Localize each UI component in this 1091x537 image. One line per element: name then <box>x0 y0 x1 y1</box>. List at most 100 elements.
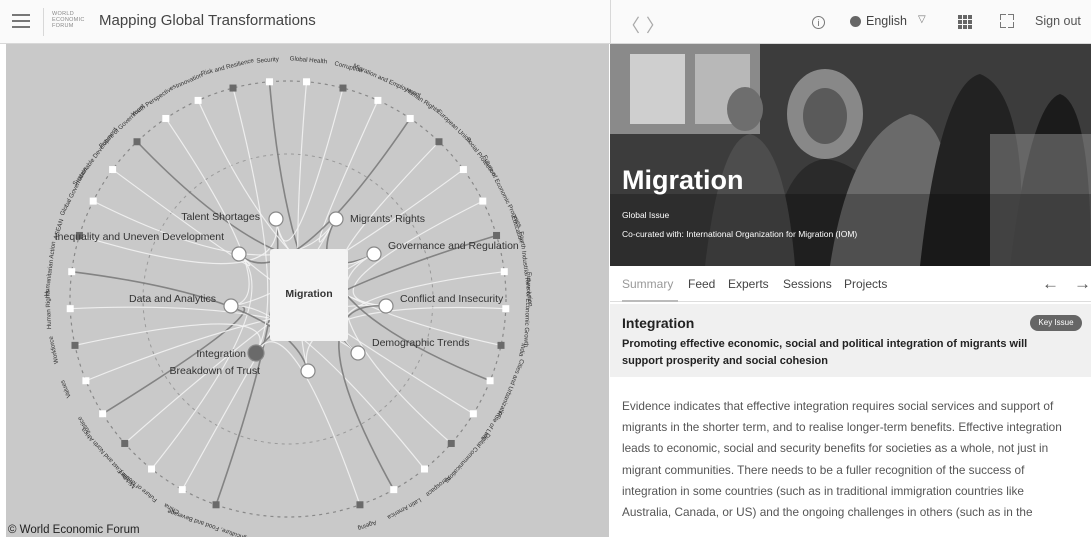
topic-node[interactable] <box>374 96 382 104</box>
topic-node[interactable] <box>66 305 74 313</box>
key-issue-node[interactable] <box>378 298 394 314</box>
topic-node[interactable] <box>194 96 202 104</box>
topic-node[interactable] <box>109 166 117 174</box>
topic-label[interactable]: Middle East and North Africa <box>80 426 138 490</box>
topic-node[interactable] <box>265 78 273 86</box>
tab-projects[interactable]: Projects <box>844 277 887 291</box>
key-issue-label[interactable]: Data and Analytics <box>129 293 216 305</box>
topic-node[interactable] <box>435 138 443 146</box>
key-issue-label[interactable]: Integration <box>196 348 246 360</box>
key-issue-label[interactable]: Migrants' Rights <box>350 213 425 225</box>
topic-label[interactable]: Global Health <box>289 55 328 65</box>
link-line[interactable] <box>136 141 375 265</box>
key-issue-label[interactable]: Breakdown of Trust <box>170 365 261 377</box>
key-issue-label[interactable]: Inequality and Uneven Development <box>55 231 224 243</box>
topic-node[interactable] <box>390 486 398 494</box>
topic-node[interactable] <box>133 138 141 146</box>
topic-node[interactable] <box>148 465 156 473</box>
key-issue-node[interactable] <box>268 211 284 227</box>
tab-sessions[interactable]: Sessions <box>783 277 832 291</box>
top-bar: WORLD ECONOMIC FORUM Mapping Global Tran… <box>0 0 1091 44</box>
topic-node[interactable] <box>406 114 414 122</box>
topic-label[interactable]: Values <box>59 379 72 399</box>
back-button[interactable]: 〈 <box>622 12 640 38</box>
topic-node[interactable] <box>303 78 311 86</box>
topic-node[interactable] <box>486 377 494 385</box>
topic-label[interactable]: Justice <box>76 415 92 436</box>
topic-label[interactable]: Future of Economic Growth <box>522 272 532 348</box>
tab-summary[interactable]: Summary <box>622 277 673 291</box>
previous-arrow-icon[interactable]: ← <box>1042 274 1059 294</box>
topic-label[interactable]: Risk and Resilience <box>200 57 255 78</box>
language-selector[interactable]: English <box>866 14 907 28</box>
topic-node[interactable] <box>493 231 501 239</box>
key-issue-label[interactable]: Talent Shortages <box>181 211 260 223</box>
globe-icon <box>850 16 861 27</box>
tab-experts[interactable]: Experts <box>728 277 769 291</box>
topic-label[interactable]: Human Rights <box>404 87 440 115</box>
apps-grid-icon[interactable] <box>958 15 972 29</box>
map-canvas[interactable]: Agriculture, Food and BeverageChinaFutur… <box>6 44 609 537</box>
topic-label[interactable]: China <box>163 501 181 515</box>
topic-node[interactable] <box>89 197 97 205</box>
transformation-map[interactable]: Agriculture, Food and Beverage China Futur… <box>6 44 609 537</box>
copyright: © World Economic Forum <box>8 524 140 536</box>
topic-node[interactable] <box>229 84 237 92</box>
topic-label[interactable]: Security <box>256 56 280 65</box>
key-issue-title: Integration <box>622 315 695 331</box>
topic-node[interactable] <box>356 501 364 509</box>
fullscreen-icon[interactable] <box>1000 14 1014 28</box>
tab-feed[interactable]: Feed <box>688 277 715 291</box>
topic-label[interactable]: Ageing <box>356 519 377 532</box>
menu-icon[interactable] <box>12 14 30 28</box>
key-issue-node[interactable] <box>223 298 239 314</box>
topic-node[interactable] <box>212 501 220 509</box>
center-label[interactable]: Migration <box>285 288 332 300</box>
topic-label[interactable]: India <box>517 343 527 358</box>
key-issue-label[interactable]: Governance and Regulation <box>388 240 519 252</box>
topic-node[interactable] <box>502 305 510 313</box>
key-issue-node[interactable] <box>366 246 382 262</box>
key-issue-description: Promoting effective economic, social and… <box>622 338 1028 367</box>
key-issue-badge: Key Issue <box>1030 315 1082 331</box>
topic-node[interactable] <box>99 410 107 418</box>
topic-node[interactable] <box>497 341 505 349</box>
key-issue-node[interactable] <box>328 211 344 227</box>
topic-node[interactable] <box>459 166 467 174</box>
topic-node[interactable] <box>82 377 90 385</box>
topic-label[interactable]: Latin America <box>386 496 423 521</box>
divider <box>610 0 611 44</box>
key-issue-label[interactable]: Demographic Trends <box>372 337 469 349</box>
key-issue-node[interactable] <box>247 344 265 362</box>
topic-node[interactable] <box>178 486 186 494</box>
detail-tabs: Summary Feed Experts Sessions Projects <box>610 266 1091 302</box>
topic-node[interactable] <box>420 465 428 473</box>
topic-node[interactable] <box>68 268 76 276</box>
topic-label[interactable]: Aerospace <box>424 474 452 498</box>
topic-label[interactable]: Innovation <box>175 72 204 90</box>
topic-node[interactable] <box>162 114 170 122</box>
topic-node[interactable] <box>121 439 129 447</box>
key-issue-label[interactable]: Conflict and Insecurity <box>400 293 504 305</box>
topic-node[interactable] <box>339 84 347 92</box>
info-icon[interactable]: i <box>812 16 825 29</box>
topic-node[interactable] <box>447 439 455 447</box>
topic-label[interactable]: Humanitarian Action <box>43 241 57 297</box>
topic-node[interactable] <box>479 197 487 205</box>
next-arrow-icon[interactable]: → <box>1074 274 1091 294</box>
chevron-down-icon[interactable]: ▽ <box>918 14 926 25</box>
active-tab-indicator <box>622 300 678 302</box>
issue-title: Migration <box>622 165 744 195</box>
key-issue-node[interactable] <box>300 363 316 379</box>
topic-node[interactable] <box>71 341 79 349</box>
forward-button[interactable]: 〉 <box>646 12 664 38</box>
link-line[interactable] <box>151 253 253 470</box>
divider <box>43 8 44 36</box>
key-issue-node[interactable] <box>231 246 247 262</box>
key-issue-node[interactable] <box>350 345 366 361</box>
topic-label[interactable]: Youth Perspectives <box>130 83 178 118</box>
sign-out-link[interactable]: Sign out <box>1035 14 1081 28</box>
topic-node[interactable] <box>500 268 508 276</box>
topic-node[interactable] <box>469 410 477 418</box>
topic-label[interactable]: Workforce <box>47 335 60 364</box>
